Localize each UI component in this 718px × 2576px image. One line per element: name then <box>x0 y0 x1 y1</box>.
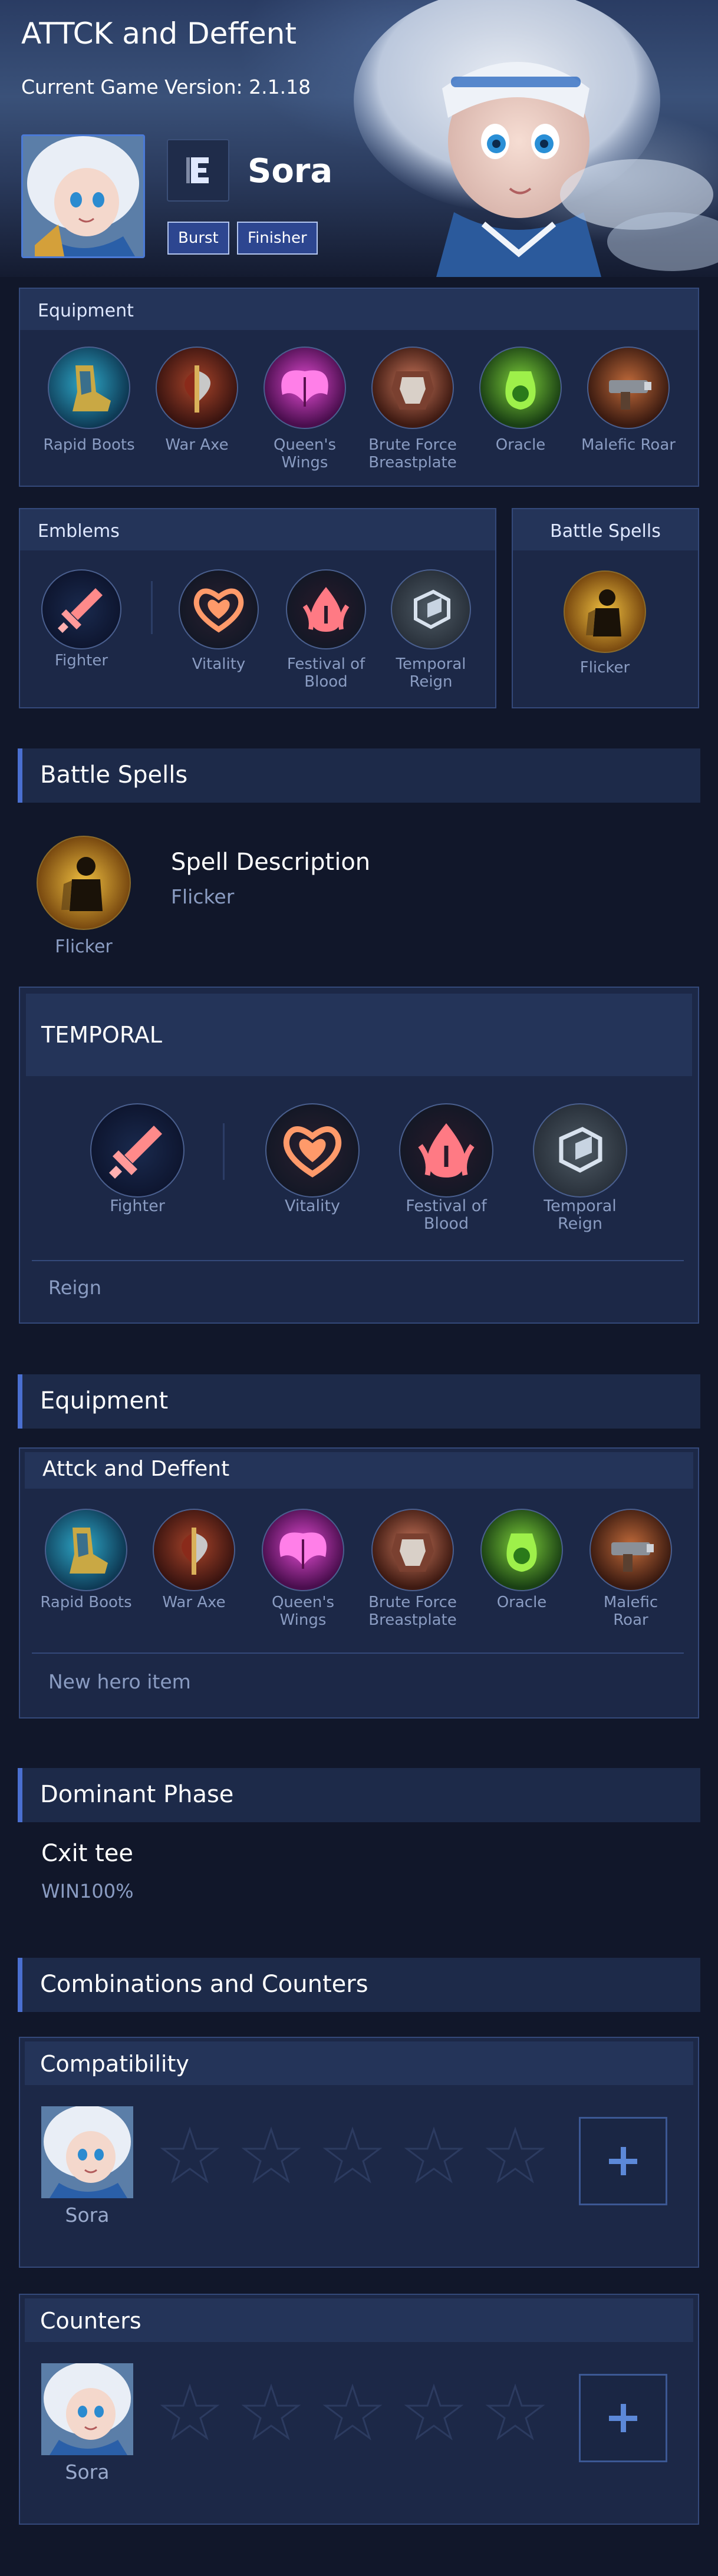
emblem-label: Fighter <box>54 652 108 669</box>
queens-wings-icon[interactable] <box>264 347 346 429</box>
oracle-icon[interactable] <box>480 1509 563 1591</box>
talent-label: Festival of Blood <box>286 655 365 691</box>
item-label: Brute Force Breastplate <box>368 1594 457 1629</box>
vitality-talent-icon[interactable] <box>179 569 259 649</box>
emblem-divider <box>151 581 153 634</box>
temporal-note: Reign <box>48 1277 101 1299</box>
temporal-reign-talent-icon[interactable] <box>533 1103 627 1198</box>
talent-label: Temporal Reign <box>396 655 466 691</box>
item-label: Rapid Boots <box>43 436 135 454</box>
star-icon <box>322 2383 383 2440</box>
item-label: War Axe <box>162 1594 226 1611</box>
section-title: Combinations and Counters <box>40 1971 368 1998</box>
rapid-boots-icon[interactable] <box>48 347 130 429</box>
item-label: Malefic Roar <box>603 1594 658 1629</box>
equipment-panel-title: Equipment <box>20 289 698 330</box>
talent-label: Temporal Reign <box>544 1197 617 1233</box>
star-icon <box>241 2383 301 2440</box>
section-title: Battle Spells <box>40 761 188 789</box>
talent-label: Vitality <box>284 1197 341 1215</box>
item-label: Malefic Roar <box>581 436 676 454</box>
counters-star-rating[interactable] <box>160 2383 549 2442</box>
vitality-talent-icon[interactable] <box>265 1103 360 1198</box>
brute-force-breastplate-icon[interactable] <box>371 347 454 429</box>
rapid-boots-icon[interactable] <box>45 1509 127 1591</box>
hero-portrait[interactable] <box>21 134 145 258</box>
star-icon <box>160 2383 220 2440</box>
role-icon <box>167 139 229 202</box>
star-icon <box>241 2126 301 2184</box>
build-title: Attck and Deffent <box>25 1452 693 1489</box>
star-icon <box>404 2383 464 2440</box>
emblems-panel-title: Emblems <box>20 509 495 550</box>
compatibility-title: Compatibility <box>25 2041 693 2085</box>
item-label: Rapid Boots <box>40 1594 132 1611</box>
hero-name: Sora <box>248 152 333 190</box>
role-tag-burst: Burst <box>167 222 229 255</box>
talent-label: Festival of Blood <box>406 1197 487 1233</box>
festival-of-blood-talent-icon[interactable] <box>286 569 366 649</box>
compatibility-star-rating[interactable] <box>160 2126 549 2185</box>
dominant-phase-section-header: Dominant Phase <box>18 1768 700 1822</box>
plus-icon <box>609 2147 637 2175</box>
item-label: Oracle <box>495 436 546 454</box>
add-counter-button[interactable] <box>579 2374 667 2462</box>
page-title: ATTCK and Deffent <box>21 17 297 51</box>
star-icon <box>485 2126 545 2184</box>
item-label: Queen's Wings <box>271 1594 335 1629</box>
hero-avatar[interactable] <box>41 2106 133 2198</box>
queens-wings-icon[interactable] <box>262 1509 344 1591</box>
new-hero-item-note[interactable]: New hero item <box>48 1670 191 1693</box>
malefic-roar-icon[interactable] <box>587 347 670 429</box>
oracle-icon[interactable] <box>479 347 562 429</box>
equipment-section-header: Equipment <box>18 1374 700 1429</box>
counters-title: Counters <box>25 2298 693 2342</box>
item-label: Brute Force Breastplate <box>368 436 457 471</box>
emblem-label: Fighter <box>110 1197 165 1215</box>
temporal-reign-talent-icon[interactable] <box>391 569 471 649</box>
hero-name: Sora <box>65 2460 110 2483</box>
fighter-emblem-icon[interactable] <box>41 569 121 649</box>
section-title: Equipment <box>40 1387 169 1414</box>
divider <box>32 1260 684 1261</box>
star-icon <box>404 2126 464 2184</box>
temporal-title: TEMPORAL <box>26 994 692 1076</box>
dominant-phase-label: Cxit tee <box>41 1840 134 1867</box>
brute-force-breastplate-icon[interactable] <box>371 1509 454 1591</box>
combinations-section-header: Combinations and Counters <box>18 1958 700 2012</box>
game-version: Current Game Version: 2.1.18 <box>21 75 311 98</box>
malefic-roar-icon[interactable] <box>589 1509 672 1591</box>
section-title: Dominant Phase <box>40 1781 234 1808</box>
emblem-divider <box>223 1123 225 1180</box>
battle-spells-section-header: Battle Spells <box>18 748 700 803</box>
hero-name: Sora <box>65 2204 110 2227</box>
hero-splash-art <box>354 0 718 277</box>
flicker-spell-icon[interactable] <box>37 836 131 930</box>
star-icon <box>485 2383 545 2440</box>
star-icon <box>322 2126 383 2184</box>
spell-label: Flicker <box>579 659 630 677</box>
item-label: Oracle <box>496 1594 547 1611</box>
war-axe-icon[interactable] <box>153 1509 235 1591</box>
flicker-spell-icon[interactable] <box>564 570 646 653</box>
divider <box>32 1653 684 1654</box>
dominant-phase-value: WIN100% <box>41 1880 134 1902</box>
star-icon <box>160 2126 220 2184</box>
role-tag-finisher: Finisher <box>237 222 318 255</box>
battle-spells-panel-title: Battle Spells <box>513 509 698 550</box>
festival-of-blood-talent-icon[interactable] <box>399 1103 493 1198</box>
add-compatibility-button[interactable] <box>579 2117 667 2205</box>
plus-icon <box>609 2404 637 2432</box>
spell-label: Flicker <box>55 936 113 957</box>
spell-description-value: Flicker <box>171 885 235 908</box>
fighter-emblem-icon[interactable] <box>90 1103 185 1198</box>
item-label: War Axe <box>165 436 229 454</box>
hero-avatar[interactable] <box>41 2363 133 2455</box>
talent-label: Vitality <box>192 655 246 673</box>
spell-description-title: Spell Description <box>171 849 371 876</box>
war-axe-icon[interactable] <box>156 347 238 429</box>
item-label: Queen's Wings <box>273 436 337 471</box>
